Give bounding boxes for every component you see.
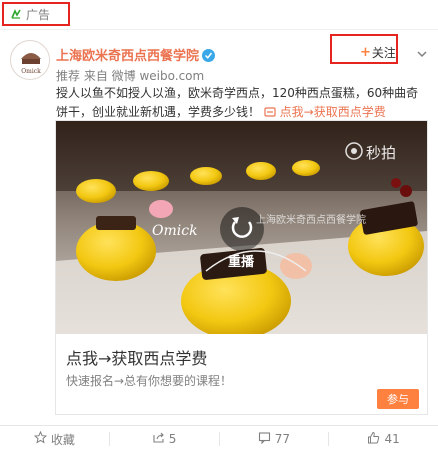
- account-name-row: 上海欧米奇西点西餐学院: [56, 45, 216, 64]
- plus-icon: +: [360, 45, 371, 60]
- post-link[interactable]: 点我→获取西点学费: [264, 105, 386, 119]
- star-icon: [33, 430, 48, 447]
- share-count: 5: [168, 432, 177, 446]
- post-meta: 推荐 来自 微博 weibo.com: [56, 67, 204, 84]
- source-prefix: 推荐 来自 微博: [56, 69, 136, 83]
- ad-label-box: 广告: [2, 2, 70, 26]
- comment-icon: [258, 431, 271, 447]
- chevron-down-icon[interactable]: [416, 44, 428, 63]
- like-action[interactable]: 41: [329, 431, 438, 447]
- source-link[interactable]: weibo.com: [139, 69, 204, 83]
- verified-icon: [202, 49, 216, 62]
- ad-bar: 广告: [0, 0, 438, 30]
- ad-icon: [10, 5, 22, 24]
- replay-label[interactable]: 重播: [228, 251, 254, 270]
- post-text: 授人以鱼不如授人以渔，欧米奇学西点，120种西点蛋糕，60种曲奇饼干，创业就业新…: [56, 84, 426, 122]
- share-action[interactable]: 5: [110, 431, 219, 447]
- avatar[interactable]: Omick: [10, 40, 50, 80]
- video-overlay-text: 上海欧米奇西点西餐学院: [256, 215, 366, 226]
- follow-button[interactable]: + 关注: [360, 44, 396, 61]
- thumbs-up-icon: [367, 431, 380, 447]
- favorite-action[interactable]: 收藏: [0, 430, 109, 448]
- follow-label: 关注: [371, 46, 396, 60]
- card-title[interactable]: 点我→获取西点学费: [66, 345, 207, 369]
- video-watermark: 秒拍: [366, 144, 397, 162]
- ad-label: 广告: [26, 7, 51, 22]
- like-count: 41: [384, 432, 400, 446]
- favorite-label: 收藏: [50, 432, 75, 447]
- card-subtitle: 快速报名→总有你想要的课程！: [66, 374, 233, 388]
- action-toolbar: 收藏 5 77 41: [0, 425, 438, 452]
- svg-text:Omick: Omick: [21, 68, 41, 75]
- comment-action[interactable]: 77: [220, 431, 329, 447]
- video-brand: Omick: [152, 223, 198, 239]
- video-player[interactable]: 秒拍 Omick 上海欧米奇西点西餐学院 重播: [56, 121, 427, 334]
- post-link-label: 点我→获取西点学费: [279, 105, 386, 119]
- comment-count: 77: [274, 432, 291, 446]
- share-icon: [152, 431, 165, 447]
- join-button[interactable]: 参与: [377, 389, 419, 409]
- ad-card[interactable]: 秒拍 Omick 上海欧米奇西点西餐学院 重播 点我→获取西点学费 快速报名→总…: [55, 120, 428, 415]
- account-name[interactable]: 上海欧米奇西点西餐学院: [56, 49, 199, 64]
